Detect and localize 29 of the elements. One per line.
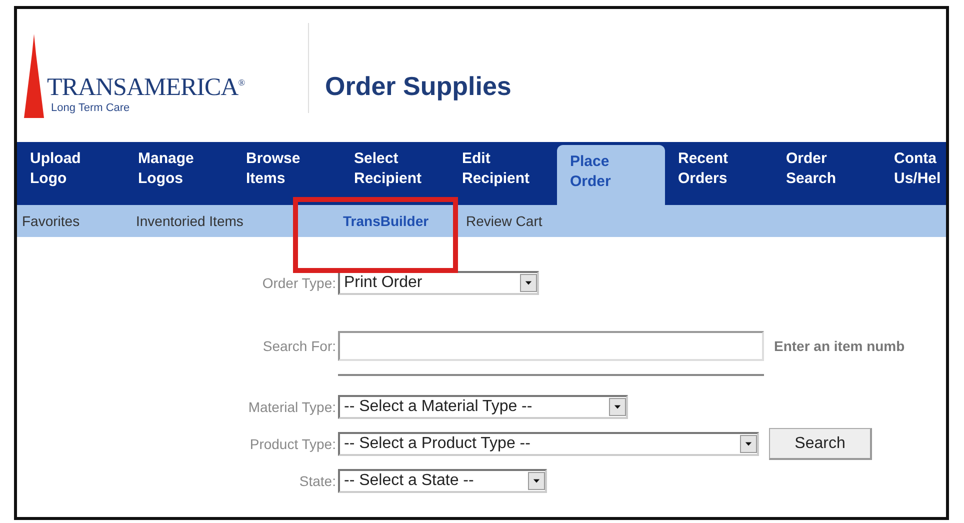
page-title: Order Supplies [325, 71, 512, 102]
field-label: Product Type: [250, 436, 337, 452]
nav-tab[interactable]: Manage Logos [125, 142, 233, 205]
field-label: State: [299, 473, 337, 489]
nav-tab[interactable]: Recent Orders [665, 142, 773, 205]
material-type-select[interactable]: -- Select a Material Type -- [338, 395, 628, 419]
brand-name: TRANSAMERICA$^{®}$ [47, 74, 245, 102]
nav-tab[interactable]: Edit Recipient [449, 142, 557, 205]
sub-nav-link[interactable]: Favorites [22, 213, 80, 229]
tower-logo-icon [23, 34, 45, 118]
search-input[interactable] [338, 331, 764, 361]
nav-tab[interactable]: Order Search [773, 142, 881, 205]
field-label: Search For: [262, 338, 337, 354]
nav-tab[interactable]: Upload Logo [17, 142, 125, 205]
field-label: Order Type: [262, 275, 337, 291]
search-hint: Enter an item numb [774, 338, 905, 354]
brand-tagline: Long Term Care [51, 102, 131, 114]
nav-tab[interactable]: Place Order [557, 145, 665, 205]
sub-nav-link[interactable]: Review Cart [466, 213, 542, 229]
nav-tab[interactable]: Browse Items [233, 142, 341, 205]
sub-nav-link[interactable]: Inventoried Items [136, 213, 244, 229]
search-button[interactable]: Search [769, 428, 872, 460]
nav-tab[interactable]: Select Recipient [341, 142, 449, 205]
field-label: Material Type: [248, 399, 337, 415]
order-type-select[interactable]: Print Order [338, 271, 539, 295]
sub-nav-link[interactable]: TransBuilder [343, 213, 429, 229]
state-select[interactable]: -- Select a State -- [338, 469, 547, 493]
product-type-select[interactable]: -- Select a Product Type -- [338, 432, 759, 456]
nav-tab[interactable]: Conta Us/Hel [881, 142, 946, 205]
